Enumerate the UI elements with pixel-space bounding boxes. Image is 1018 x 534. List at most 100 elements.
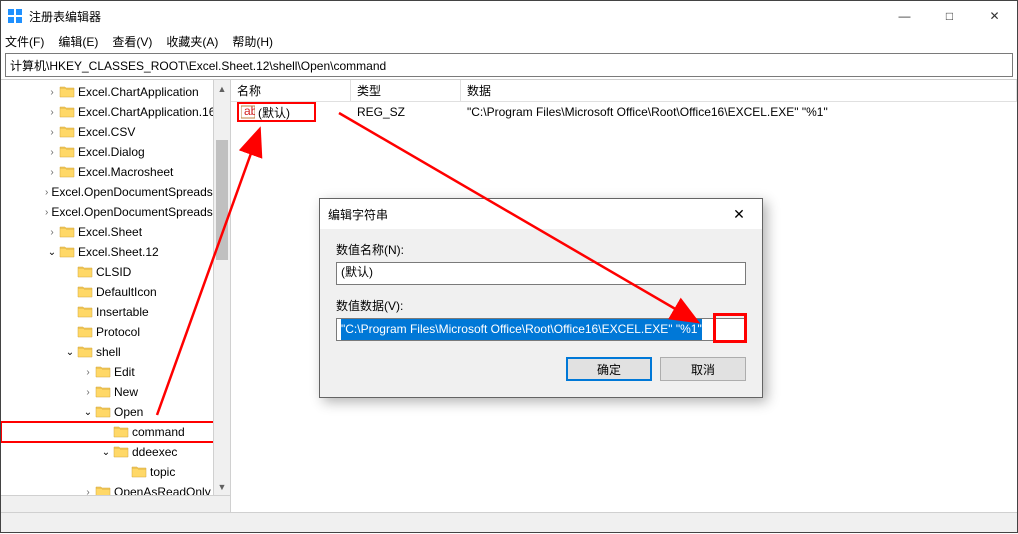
edit-string-dialog: 编辑字符串 ✕ 数值名称(N): (默认) 数值数据(V): "C:\Progr… [319, 198, 763, 398]
folder-icon [95, 365, 111, 379]
chevron-right-icon[interactable]: › [45, 187, 48, 198]
folder-icon [77, 345, 93, 359]
chevron-right-icon[interactable]: › [45, 227, 59, 238]
regedit-icon [7, 8, 23, 24]
tree-label: DefaultIcon [96, 285, 157, 299]
tree-hscrollbar[interactable] [1, 495, 230, 512]
tree-item-excel-chartapplication-16[interactable]: ›Excel.ChartApplication.16 [1, 102, 230, 122]
chevron-right-icon[interactable]: › [45, 107, 59, 118]
tree-item-excel-dialog[interactable]: › Excel.Dialog [1, 142, 230, 162]
tree-label: Excel.Macrosheet [78, 165, 173, 179]
menu-favorites[interactable]: 收藏夹(A) [166, 33, 218, 50]
tree-label: Excel.Dialog [78, 145, 145, 159]
tree-label: ddeexec [132, 445, 177, 459]
titlebar: 注册表编辑器 — □ ✕ [1, 1, 1017, 31]
tree-scrollbar[interactable]: ▲ ▼ [213, 80, 230, 512]
chevron-down-icon[interactable]: ⌄ [63, 347, 77, 358]
scroll-thumb[interactable] [216, 140, 228, 260]
param-highlight [713, 313, 747, 343]
tree-item-protocol[interactable]: Protocol [1, 322, 230, 342]
col-name[interactable]: 名称 [231, 80, 351, 101]
list-header: 名称 类型 数据 [231, 80, 1017, 102]
tree-item-excel-opendocumentspreadsheet[interactable]: ›Excel.OpenDocumentSpreadsheet [1, 202, 230, 222]
chevron-down-icon[interactable]: ⌄ [45, 247, 59, 258]
chevron-right-icon[interactable]: › [45, 127, 59, 138]
value-name-input[interactable]: (默认) [336, 262, 746, 285]
tree-label: Excel.Sheet [78, 225, 142, 239]
chevron-right-icon[interactable]: › [45, 147, 59, 158]
scroll-down-icon[interactable]: ▼ [214, 478, 230, 495]
list-row-default[interactable]: (默认) REG_SZ "C:\Program Files\Microsoft … [231, 102, 1017, 122]
tree-label: Excel.ChartApplication [78, 85, 199, 99]
folder-icon [77, 325, 93, 339]
tree-item-excel-macrosheet[interactable]: › Excel.Macrosheet [1, 162, 230, 182]
col-data[interactable]: 数据 [461, 80, 1017, 101]
menu-help[interactable]: 帮助(H) [232, 33, 273, 50]
dialog-close-button[interactable]: ✕ [724, 206, 754, 223]
tree-label: Excel.OpenDocumentSpreadsheet [51, 205, 231, 219]
tree-label: New [114, 385, 138, 399]
folder-icon [77, 305, 93, 319]
chevron-right-icon[interactable]: › [45, 167, 59, 178]
tree-item-shell[interactable]: ⌄shell [1, 342, 230, 362]
tree-item-excel-chartapplication[interactable]: › Excel.ChartApplication [1, 82, 230, 102]
scroll-up-icon[interactable]: ▲ [214, 80, 230, 97]
tree-item-ddeexec[interactable]: ⌄ ddeexec [1, 442, 230, 462]
dialog-title: 编辑字符串 [328, 206, 724, 223]
chevron-right-icon[interactable]: › [81, 387, 95, 398]
tree-item-command[interactable]: command [1, 422, 230, 442]
ok-button[interactable]: 确定 [566, 357, 652, 381]
tree-label: command [132, 425, 185, 439]
statusbar [1, 512, 1017, 532]
tree-item-excel-csv[interactable]: ›Excel.CSV [1, 122, 230, 142]
folder-icon [59, 145, 75, 159]
tree-item-defaulticon[interactable]: DefaultIcon [1, 282, 230, 302]
tree-label: Edit [114, 365, 135, 379]
tree-label: Excel.Sheet.12 [78, 245, 159, 259]
chevron-right-icon[interactable]: › [81, 367, 95, 378]
folder-icon [77, 265, 93, 279]
value-name-cell: (默认) [231, 102, 351, 122]
folder-icon [59, 85, 75, 99]
tree-item-excel-sheet[interactable]: › Excel.Sheet [1, 222, 230, 242]
close-button[interactable]: ✕ [972, 1, 1017, 31]
tree-item-excel-sheet-12[interactable]: ⌄ Excel.Sheet.12 [1, 242, 230, 262]
tree-item-new[interactable]: › New [1, 382, 230, 402]
folder-icon [59, 225, 75, 239]
tree-label: topic [150, 465, 175, 479]
chevron-right-icon[interactable]: › [45, 207, 48, 218]
tree-item-open[interactable]: ⌄ Open [1, 402, 230, 422]
address-text: 计算机\HKEY_CLASSES_ROOT\Excel.Sheet.12\she… [10, 57, 386, 74]
tree-item-insertable[interactable]: Insertable [1, 302, 230, 322]
folder-icon [113, 445, 129, 459]
menu-file[interactable]: 文件(F) [5, 33, 44, 50]
tree-label: Protocol [96, 325, 140, 339]
tree-item-clsid[interactable]: CLSID [1, 262, 230, 282]
value-data-label: 数值数据(V): [336, 297, 746, 314]
cancel-button[interactable]: 取消 [660, 357, 746, 381]
chevron-right-icon[interactable]: › [45, 87, 59, 98]
address-bar[interactable]: 计算机\HKEY_CLASSES_ROOT\Excel.Sheet.12\she… [5, 53, 1013, 77]
col-type[interactable]: 类型 [351, 80, 461, 101]
tree-item-edit[interactable]: › Edit [1, 362, 230, 382]
tree-pane: › Excel.ChartApplication ›Excel.ChartAppli… [1, 80, 231, 512]
folder-icon [131, 465, 147, 479]
menu-view[interactable]: 查看(V) [112, 33, 152, 50]
value-type-cell: REG_SZ [351, 105, 461, 119]
value-data-input[interactable]: "C:\Program Files\Microsoft Office\Root\… [336, 318, 746, 341]
tree-item-topic[interactable]: topic [1, 462, 230, 482]
window-title: 注册表编辑器 [29, 8, 882, 25]
menu-edit[interactable]: 编辑(E) [58, 33, 98, 50]
tree-label: Open [114, 405, 143, 419]
menubar: 文件(F) 编辑(E) 查看(V) 收藏夹(A) 帮助(H) [1, 31, 1017, 51]
chevron-down-icon[interactable]: ⌄ [99, 447, 113, 458]
maximize-button[interactable]: □ [927, 1, 972, 31]
value-name-label: 数值名称(N): [336, 241, 746, 258]
minimize-button[interactable]: — [882, 1, 927, 31]
tree-label: Excel.OpenDocumentSpreadsheet [51, 185, 231, 199]
dialog-titlebar[interactable]: 编辑字符串 ✕ [320, 199, 762, 229]
tree-item-excel-opendocumentspreadsheet[interactable]: ›Excel.OpenDocumentSpreadsheet [1, 182, 230, 202]
folder-icon [77, 285, 93, 299]
folder-icon [59, 105, 75, 119]
chevron-down-icon[interactable]: ⌄ [81, 407, 95, 418]
